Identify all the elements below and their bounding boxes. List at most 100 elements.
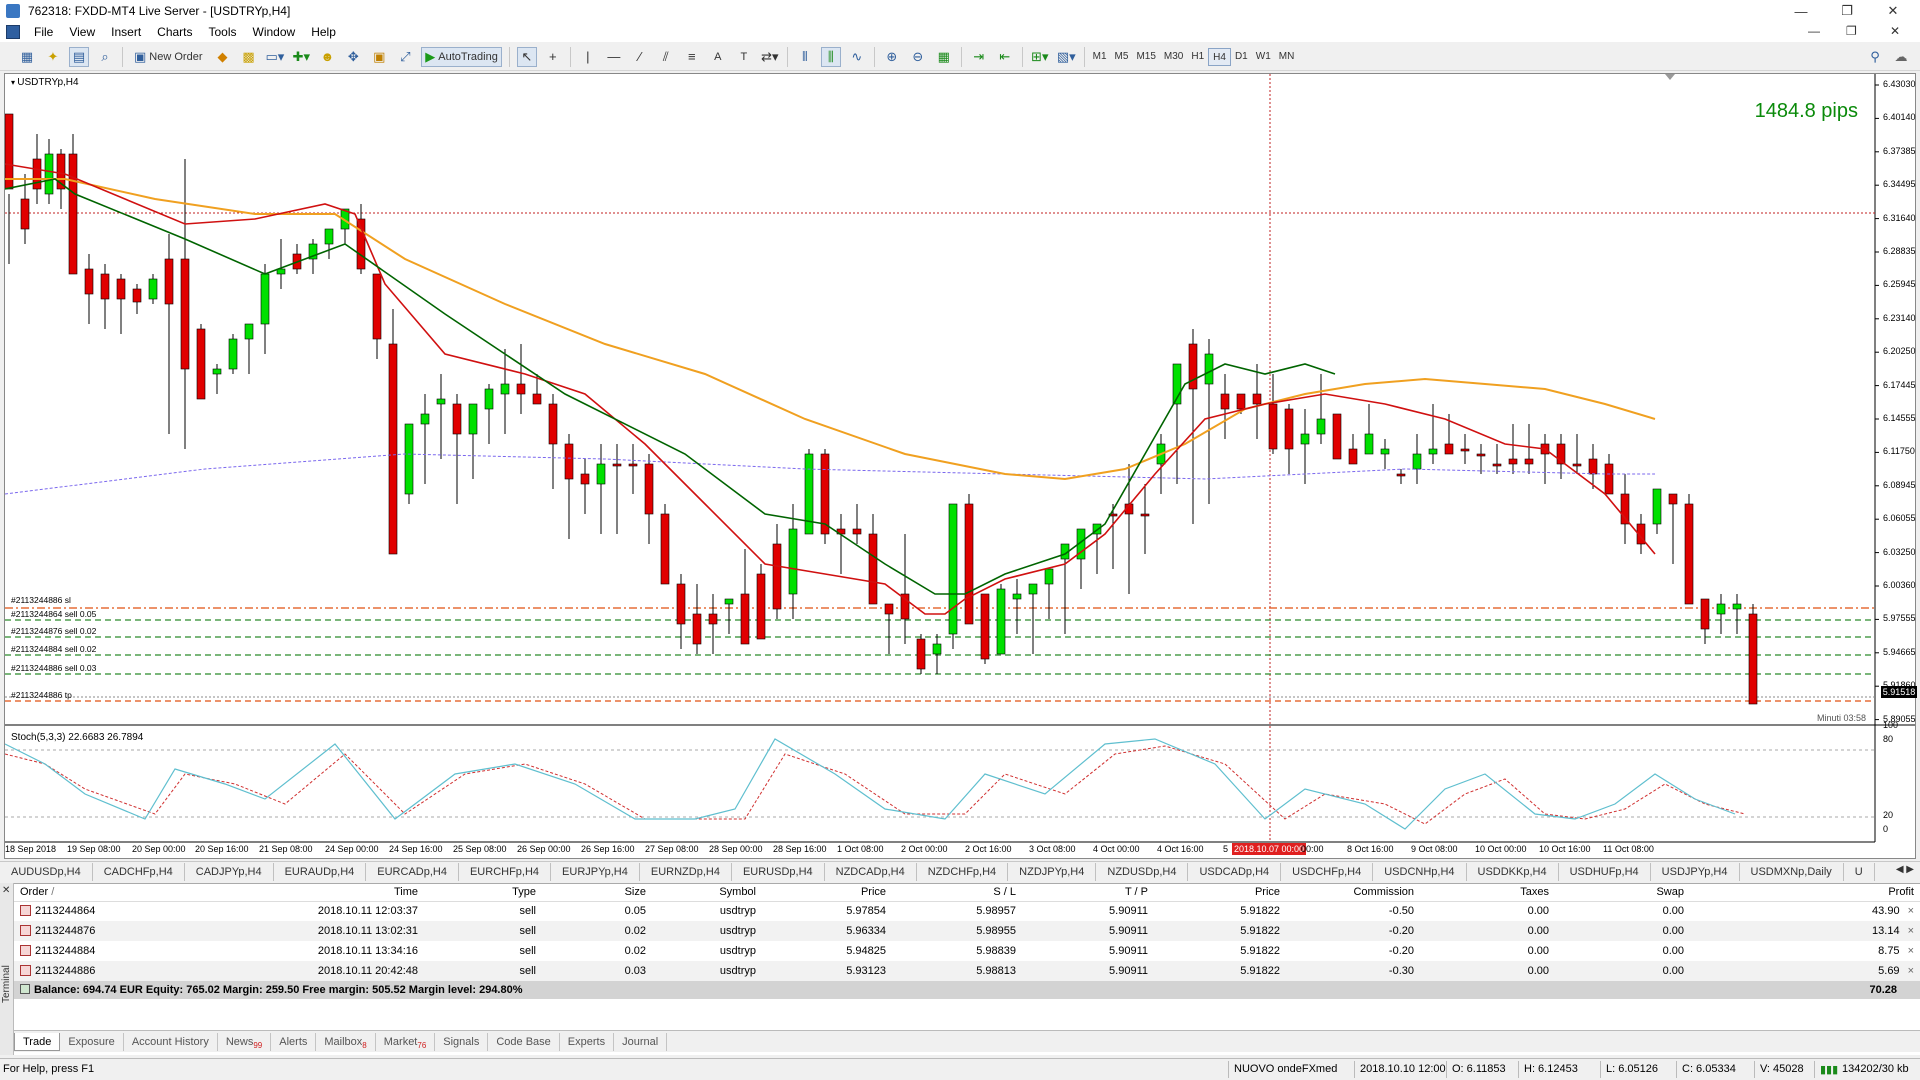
cursor-icon[interactable]: ↖ <box>516 46 537 67</box>
tab-journal[interactable]: Journal <box>614 1032 668 1051</box>
new-chart-icon[interactable]: ▦ <box>17 47 37 67</box>
symbol-tab[interactable]: EURCADp,H4 <box>366 862 459 881</box>
market-watch-icon[interactable]: ▤ <box>69 46 89 67</box>
symbol-tab[interactable]: USDMXNp,Daily <box>1740 862 1844 881</box>
text-tool-icon[interactable]: A <box>708 47 728 67</box>
table-row[interactable]: 2113244876 2018.10.11 13:02:31 sell 0.02… <box>14 921 1920 941</box>
templates-icon[interactable]: ▧▾ <box>1056 47 1077 67</box>
tab-alerts[interactable]: Alerts <box>271 1032 317 1051</box>
col-taxes[interactable]: Taxes <box>1420 884 1555 902</box>
status-profile[interactable]: NUOVO ondeFXmed <box>1234 1063 1337 1075</box>
add-indicator-icon[interactable]: ⊞▾ <box>1030 47 1050 67</box>
mdi-restore-button[interactable]: ❐ <box>1846 24 1857 38</box>
symbol-tab[interactable]: EURCHFp,H4 <box>459 862 552 881</box>
symbol-tab[interactable]: USDCADp,H4 <box>1188 862 1282 881</box>
autotrading-button[interactable]: ▶ AutoTrading <box>421 46 502 67</box>
menu-tools[interactable]: Tools <box>201 22 245 42</box>
symbol-tab[interactable]: USDHUFp,H4 <box>1559 862 1651 881</box>
timeframe-m1[interactable]: M1 <box>1089 48 1111 66</box>
col-tp[interactable]: T / P <box>1022 884 1154 902</box>
fibonacci-icon[interactable]: ≡ <box>682 47 702 67</box>
col-profit[interactable]: Profit <box>1690 884 1920 902</box>
menu-help[interactable]: Help <box>303 22 344 42</box>
symbol-tab[interactable]: EURAUDp,H4 <box>274 862 367 881</box>
tab-account-history[interactable]: Account History <box>124 1032 218 1051</box>
search-icon[interactable]: ⚲ <box>1865 47 1885 67</box>
menu-view[interactable]: View <box>61 22 103 42</box>
menu-charts[interactable]: Charts <box>149 22 200 42</box>
col-type[interactable]: Type <box>424 884 542 902</box>
menu-window[interactable]: Window <box>245 22 304 42</box>
close-order-icon[interactable]: × <box>1900 965 1914 977</box>
symbol-tab[interactable]: NZDCADp,H4 <box>825 862 917 881</box>
bar-chart-icon[interactable]: ⫴ <box>795 47 815 67</box>
symbol-tab[interactable]: EURNZDp,H4 <box>640 862 732 881</box>
crosshair-move-icon[interactable]: ✥ <box>343 47 363 67</box>
zoom-in-icon[interactable]: ⊕ <box>882 47 902 67</box>
vertical-line-icon[interactable]: | <box>578 47 598 67</box>
tab-scroll-arrows[interactable]: ◀ ▶ <box>1896 864 1914 875</box>
timeframe-m5[interactable]: M5 <box>1111 48 1133 66</box>
horizontal-line-icon[interactable]: — <box>604 47 624 67</box>
zoom-out-icon[interactable]: ⊖ <box>908 47 928 67</box>
price-chart[interactable] <box>5 74 1915 858</box>
timeframe-h1[interactable]: H1 <box>1187 48 1208 66</box>
channel-icon[interactable]: ⫽ <box>656 47 676 67</box>
indicators-icon[interactable]: ✚▾ <box>291 47 311 67</box>
symbol-tab[interactable]: CADCHFp,H4 <box>93 862 185 881</box>
signals-icon[interactable]: ▣ <box>369 47 389 67</box>
timeframe-d1[interactable]: D1 <box>1231 48 1252 66</box>
chart-shift-icon[interactable]: ⇤ <box>995 47 1015 67</box>
symbol-tab[interactable]: NZDCHFp,H4 <box>917 862 1009 881</box>
experts-icon[interactable]: ☻ <box>317 47 337 67</box>
col-commission[interactable]: Commission <box>1286 884 1420 902</box>
label-tool-icon[interactable]: T <box>734 47 754 67</box>
timeframe-m30[interactable]: M30 <box>1160 48 1187 66</box>
crosshair-icon[interactable]: + <box>543 47 563 67</box>
tab-signals[interactable]: Signals <box>435 1032 489 1051</box>
arrows-tool-icon[interactable]: ⇄▾ <box>760 47 780 67</box>
tile-windows-icon[interactable]: ▦ <box>934 47 954 67</box>
community-icon[interactable]: ☁ <box>1891 47 1911 67</box>
menu-file[interactable]: File <box>26 22 61 42</box>
terminal-close-icon[interactable]: ✕ <box>2 885 10 896</box>
tab-experts[interactable]: Experts <box>560 1032 615 1051</box>
line-chart-icon[interactable]: ∿ <box>847 47 867 67</box>
symbol-tab[interactable]: USDCNHp,H4 <box>1373 862 1467 881</box>
col-current-price[interactable]: Price <box>1154 884 1286 902</box>
candlestick-icon[interactable]: ⫼ <box>820 46 841 67</box>
close-order-icon[interactable]: × <box>1900 905 1914 917</box>
symbol-tab[interactable]: EURJPYp,H4 <box>551 862 640 881</box>
col-order[interactable]: Order / <box>14 884 154 902</box>
autoscroll-icon[interactable]: ⇥ <box>969 47 989 67</box>
symbol-tab[interactable]: NZDJPYp,H4 <box>1008 862 1097 881</box>
col-size[interactable]: Size <box>542 884 652 902</box>
navigator-icon[interactable]: ⌕ <box>95 47 115 67</box>
timeframe-mn[interactable]: MN <box>1275 48 1299 66</box>
mdi-close-button[interactable]: ✕ <box>1890 24 1900 38</box>
close-order-icon[interactable]: × <box>1900 945 1914 957</box>
symbol-tab[interactable]: EURUSDp,H4 <box>732 862 825 881</box>
tab-news[interactable]: News99 <box>218 1032 272 1051</box>
new-order-button[interactable]: ▣ New Order <box>130 47 206 67</box>
metaeditor-icon[interactable]: ◆ <box>212 47 232 67</box>
menu-insert[interactable]: Insert <box>103 22 149 42</box>
tab-mailbox[interactable]: Mailbox8 <box>316 1032 376 1051</box>
trendline-icon[interactable]: ∕ <box>630 47 650 67</box>
col-swap[interactable]: Swap <box>1555 884 1690 902</box>
tab-exposure[interactable]: Exposure <box>60 1032 124 1051</box>
table-row[interactable]: 2113244864 2018.10.11 12:03:37 sell 0.05… <box>14 901 1920 921</box>
table-row[interactable]: 2113244886 2018.10.11 20:42:48 sell 0.03… <box>14 961 1920 981</box>
symbol-tab[interactable]: CADJPYp,H4 <box>185 862 274 881</box>
fullscreen-icon[interactable]: ⤢ <box>395 47 415 67</box>
col-price[interactable]: Price <box>762 884 892 902</box>
col-sl[interactable]: S / L <box>892 884 1022 902</box>
symbol-tab[interactable]: U <box>1844 862 1875 881</box>
close-button[interactable]: ✕ <box>1870 0 1916 22</box>
maximize-button[interactable]: ❐ <box>1824 0 1870 22</box>
col-symbol[interactable]: Symbol <box>652 884 762 902</box>
chart-window-icon[interactable]: ▭▾ <box>264 47 285 67</box>
symbol-tab[interactable]: NZDUSDp,H4 <box>1096 862 1189 881</box>
timeframe-m15[interactable]: M15 <box>1132 48 1159 66</box>
mdi-minimize-button[interactable]: — <box>1808 24 1820 38</box>
